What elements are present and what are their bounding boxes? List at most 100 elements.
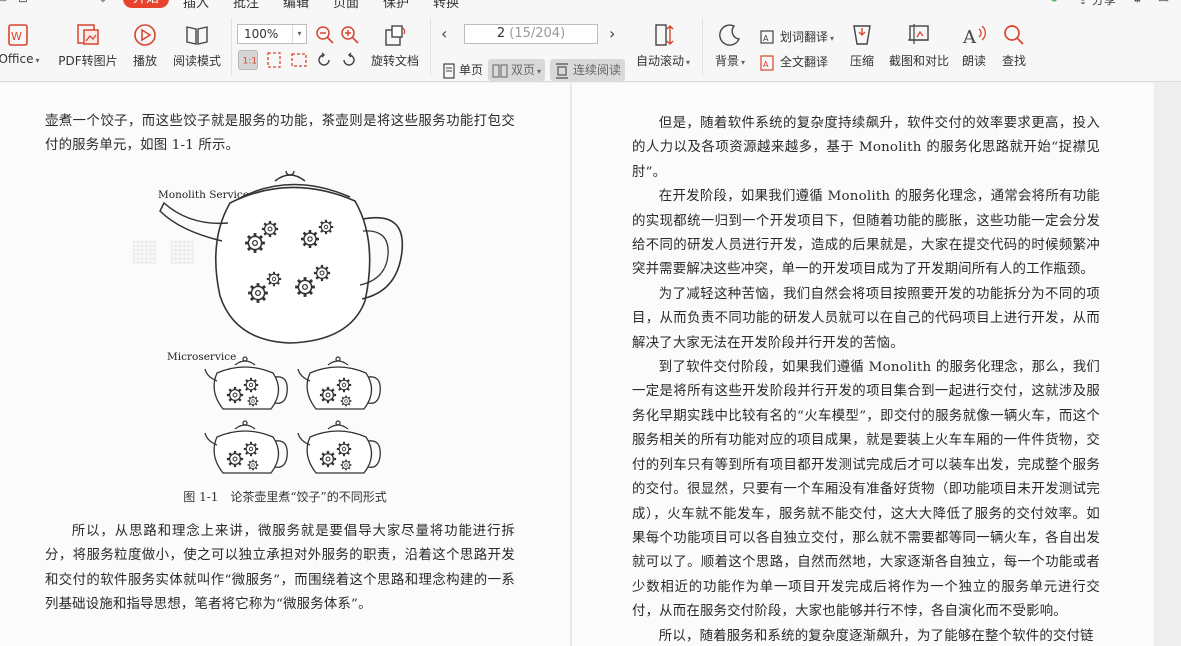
continuous-read-label: 连续阅读 [573, 63, 622, 77]
toolbar-divider [702, 18, 703, 76]
prev-page-icon[interactable]: ‹ [441, 24, 447, 43]
fit-page-icon[interactable] [264, 50, 284, 70]
compress-icon [853, 25, 871, 45]
pdf-to-image-label: PDF转图片 [58, 54, 118, 68]
paragraph-text: 壶煮一个饺子，而这些饺子就是服务的功能，茶壶则是将这些服务功能打包交付的服务单元… [45, 114, 515, 154]
rotate-left-icon[interactable] [314, 50, 334, 70]
full-translate-button[interactable]: A 全文翻译 [760, 53, 828, 71]
chevron-down-icon: ▾ [35, 56, 40, 65]
double-page-label: 双页 [511, 63, 536, 77]
tab-home[interactable]: 开始 [123, 0, 170, 8]
auto-scroll-icon [655, 24, 674, 46]
teapot-illustration [159, 171, 404, 491]
double-page-icon [492, 63, 508, 78]
play-button[interactable]: 播放 [130, 22, 160, 69]
read-mode-button[interactable]: 阅读模式 [170, 22, 224, 69]
double-page-button[interactable]: 双页 ▾ [488, 59, 546, 81]
auto-scroll-button[interactable]: 自动滚动 ▾ [634, 22, 692, 69]
auto-scroll-label: 自动滚动 [635, 54, 684, 68]
left-bottom-paragraph: 所以，从思路和理念上来讲，微服务就是要倡导大家尽量将功能进行拆分，将服务粒度做小… [45, 520, 515, 618]
toolbar-divider [231, 18, 232, 76]
read-aloud-button[interactable]: A 朗读 [958, 22, 990, 69]
pdf-reader-window: ▭ ⊡ ↶ ↷ ⌄ 开始 插入 批注 编辑 页面 保护 转换 ⟳ ⇪ 分享 ⚙ … [0, 0, 1181, 646]
ribbon-toolbar: W Office ▾ PDF转图片 播放 阅读模式 100% ▾ 1:1 旋转文… [0, 10, 1181, 82]
book-icon [186, 26, 208, 45]
settings-icon[interactable]: ⚙ [1132, 0, 1143, 5]
screenshot-icon [908, 24, 929, 44]
chevron-down-icon: ▾ [741, 58, 746, 67]
document-viewport[interactable]: ▦ ▦ 壶煮一个饺子，而这些饺子就是服务的功能，茶壶则是将这些服务功能打包交付的… [0, 83, 1181, 646]
single-page-button[interactable]: 单页 [438, 59, 487, 81]
paragraph-text: 所以，从思路和理念上来讲，微服务就是要倡导大家尽量将功能进行拆分，将服务粒度做小… [45, 524, 515, 613]
screenshot-compare-button[interactable]: 截图和对比 [886, 22, 952, 69]
continuous-read-button[interactable]: 连续阅读 [550, 59, 626, 81]
translate-icon: A [760, 29, 774, 44]
paragraph-text: 为了减轻这种苦恼，我们自然会将项目按照要开发的功能拆分为不同的项目，从而负责不同… [632, 286, 1100, 351]
message-icon[interactable]: ▭ [1158, 0, 1169, 5]
compress-button[interactable]: 压缩 [846, 22, 878, 69]
chevron-down-icon: ▾ [686, 58, 691, 67]
paragraph-text: 到了软件交付阶段，如果我们遵循 Monolith 的服务化理念，那么，我们一定是… [632, 360, 1100, 620]
single-page-icon [443, 62, 455, 79]
zoom-value: 100% [244, 27, 279, 41]
play-icon [134, 24, 156, 46]
svg-text:W: W [11, 30, 22, 43]
undo-icon[interactable]: ↶ [46, 0, 56, 5]
compress-label: 压缩 [849, 54, 874, 68]
rotate-document-button[interactable]: 旋转文档 [368, 22, 422, 69]
word-translate-label: 划词翻译 [780, 30, 829, 44]
chevron-down-icon: ▾ [830, 34, 835, 43]
sync-icon[interactable]: ⟳ [1050, 0, 1060, 5]
screenshot-compare-label: 截图和对比 [888, 54, 949, 68]
redo-icon[interactable]: ↷ [72, 0, 82, 5]
svg-text:1:1: 1:1 [243, 57, 257, 67]
left-top-paragraph: 壶煮一个饺子，而这些饺子就是服务的功能，茶壶则是将这些服务功能打包交付的服务单元… [45, 110, 515, 159]
zoom-select[interactable]: 100% ▾ [237, 24, 307, 44]
background-label: 背景 [714, 54, 739, 68]
pdf-to-image-button[interactable]: PDF转图片 [58, 22, 118, 69]
menu-bar: ▭ ⊡ ↶ ↷ ⌄ 开始 插入 批注 编辑 页面 保护 转换 ⟳ ⇪ 分享 ⚙ … [0, 0, 1181, 11]
zoom-out-icon[interactable] [315, 25, 335, 45]
right-page-text: 但是，随着软件系统的复杂度持续飙升，软件交付的效率要求更高，投入的人力以及各项资… [632, 112, 1100, 646]
word-translate-button[interactable]: A 划词翻译 ▾ [760, 28, 834, 46]
print-icon[interactable]: ▭ [0, 0, 7, 5]
continuous-read-icon [556, 62, 568, 79]
read-aloud-icon: A [962, 25, 986, 48]
fit-width-icon[interactable] [289, 50, 309, 70]
left-page: ▦ ▦ 壶煮一个饺子，而这些饺子就是服务的功能，茶壶则是将这些服务功能打包交付的… [0, 83, 570, 646]
actual-size-icon[interactable]: 1:1 [238, 50, 258, 70]
paragraph-text: 所以，随着服务和系统的复杂度逐渐飙升，为了能够在整个软件的交付链 [658, 628, 1094, 644]
scrollbar-track[interactable] [1154, 83, 1181, 646]
more-quick-icon[interactable]: ⌄ [98, 0, 108, 5]
page-current: 2 [496, 26, 506, 41]
background-button[interactable]: 背景 ▾ [712, 22, 748, 69]
moon-icon [719, 24, 741, 46]
svg-text:A: A [962, 27, 977, 48]
share-icon: ⇪ [1078, 0, 1089, 7]
find-button[interactable]: 查找 [998, 22, 1030, 69]
office-button[interactable]: W Office ▾ [0, 22, 44, 66]
search-icon [1004, 25, 1024, 45]
page-number-input[interactable]: 2 (15/204) [464, 24, 598, 44]
office-icon: W [8, 24, 28, 46]
read-aloud-label: 朗读 [961, 54, 986, 68]
rotate-right-icon[interactable] [339, 50, 359, 70]
share-button[interactable]: ⇪ 分享 [1078, 0, 1116, 8]
find-label: 查找 [1001, 54, 1026, 68]
paragraph-text: 但是，随着软件系统的复杂度持续飙升，软件交付的效率要求更高，投入的人力以及各项资… [632, 116, 1100, 180]
svg-text:A: A [763, 60, 769, 69]
full-translate-label: 全文翻译 [780, 55, 829, 69]
page-total: (15/204) [509, 26, 566, 41]
toolbar-divider [430, 18, 431, 76]
paragraph-text: 在开发阶段，如果我们遵循 Monolith 的服务化理念，通常会将所有功能的实现… [632, 189, 1100, 278]
quick-access-icon[interactable]: ⊡ [18, 0, 28, 5]
rotate-document-label: 旋转文档 [370, 54, 419, 68]
pdf-to-image-icon [77, 24, 99, 45]
next-page-icon[interactable]: › [609, 24, 615, 43]
svg-text:A: A [763, 34, 769, 43]
read-mode-label: 阅读模式 [172, 54, 221, 68]
single-page-label: 单页 [459, 63, 484, 77]
figure-caption: 图 1-1 论茶壶里煮“饺子”的不同形式 [183, 490, 387, 504]
play-label: 播放 [132, 54, 157, 68]
zoom-in-icon[interactable] [340, 25, 360, 45]
